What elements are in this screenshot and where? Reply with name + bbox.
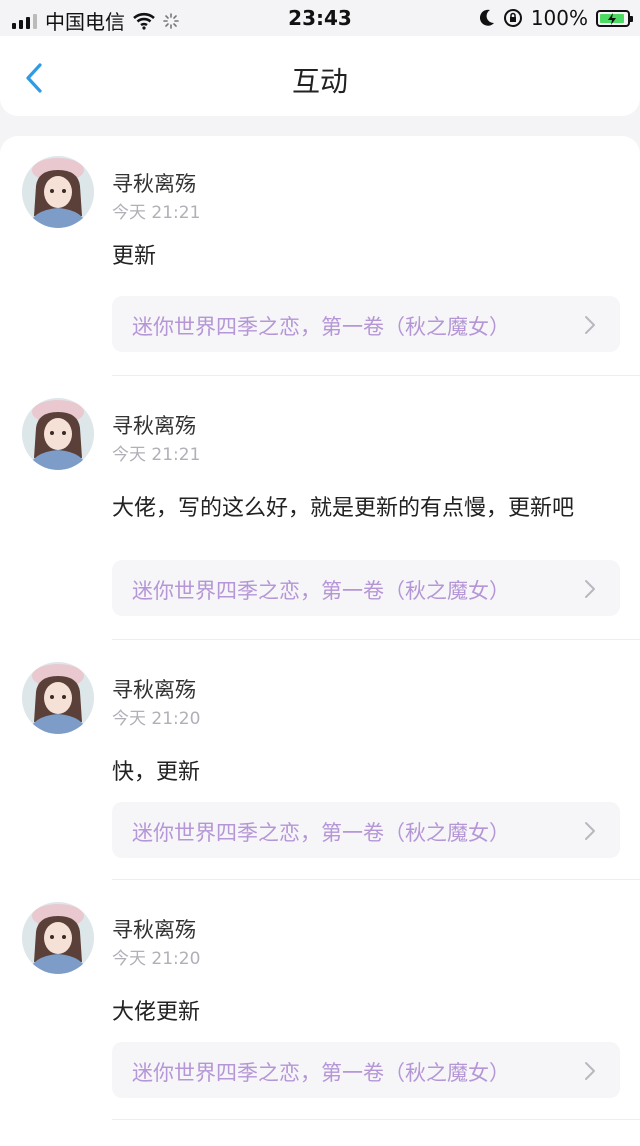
avatar[interactable]: [22, 902, 94, 974]
username[interactable]: 寻秋离殇: [112, 168, 196, 198]
page-title: 互动: [291, 65, 348, 98]
comment-text: 快，更新: [112, 760, 201, 785]
comment-item: 寻秋离殇 今天 21:20 快，更新 迷你世界四季之恋，第一卷（秋之魔女）: [0, 640, 640, 880]
avatar[interactable]: [22, 156, 94, 228]
book-title: 迷你世界四季之恋，第一卷（秋之魔女）: [132, 579, 510, 603]
comment-text: 大佬，写的这么好，就是更新的有点慢，更新吧: [112, 496, 575, 521]
moon-icon: [479, 9, 494, 26]
comment-text: 大佬更新: [112, 1000, 201, 1025]
book-link[interactable]: 迷你世界四季之恋，第一卷（秋之魔女）: [112, 802, 620, 858]
book-title: 迷你世界四季之恋，第一卷（秋之魔女）: [132, 821, 510, 845]
battery-icon: [596, 9, 633, 27]
book-link[interactable]: 迷你世界四季之恋，第一卷（秋之魔女）: [112, 560, 620, 616]
status-bar: 中国电信 23:43 100%: [0, 0, 640, 36]
chevron-right-icon: [585, 822, 595, 840]
comment-item: 寻秋离殇 今天 21:20 大佬更新 迷你世界四季之恋，第一卷（秋之魔女）: [0, 880, 640, 1130]
comment-time: 今天 21:20: [112, 709, 201, 729]
orientation-lock-icon: [503, 9, 522, 27]
book-title: 迷你世界四季之恋，第一卷（秋之魔女）: [132, 1061, 510, 1085]
chevron-right-icon: [585, 316, 595, 334]
nav-bar: 互动: [0, 36, 640, 116]
book-link[interactable]: 迷你世界四季之恋，第一卷（秋之魔女）: [112, 296, 620, 352]
comment-item: 寻秋离殇 今天 21:21 更新 迷你世界四季之恋，第一卷（秋之魔女）: [0, 136, 640, 376]
comment-item: 寻秋离殇 今天 21:21 大佬，写的这么好，就是更新的有点慢，更新吧 迷你世界…: [0, 376, 640, 640]
battery-percent: 100%: [530, 6, 588, 30]
comment-time: 今天 21:21: [112, 203, 201, 223]
avatar[interactable]: [22, 398, 94, 470]
chevron-right-icon: [585, 1062, 595, 1080]
avatar[interactable]: [22, 662, 94, 734]
status-right: 100%: [479, 6, 633, 30]
username[interactable]: 寻秋离殇: [112, 674, 196, 704]
username[interactable]: 寻秋离殇: [112, 914, 196, 944]
comment-time: 今天 21:20: [112, 949, 201, 969]
divider: [112, 1119, 640, 1120]
chevron-right-icon: [585, 580, 595, 598]
comment-text: 更新: [112, 244, 157, 269]
comment-list: 寻秋离殇 今天 21:21 更新 迷你世界四季之恋，第一卷（秋之魔女） 寻秋离殇…: [0, 136, 640, 1146]
book-link[interactable]: 迷你世界四季之恋，第一卷（秋之魔女）: [112, 1042, 620, 1098]
username[interactable]: 寻秋离殇: [112, 410, 196, 440]
comment-time: 今天 21:21: [112, 445, 201, 465]
book-title: 迷你世界四季之恋，第一卷（秋之魔女）: [132, 315, 510, 339]
